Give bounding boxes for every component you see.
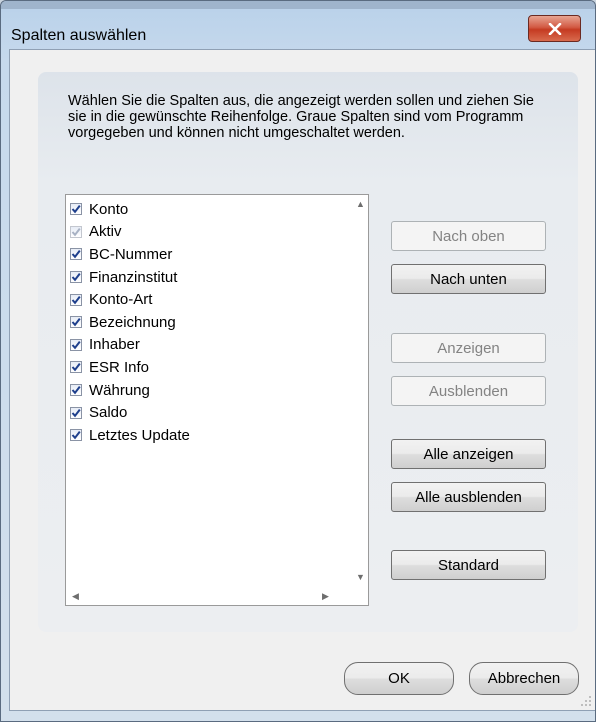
scroll-right-arrow-icon[interactable]: ▶: [322, 591, 329, 602]
column-label: Aktiv: [89, 223, 122, 241]
column-label: Saldo: [89, 404, 128, 422]
standard-button[interactable]: Standard: [391, 550, 546, 580]
background-window-strip: [1, 1, 595, 9]
column-list-item[interactable]: Saldo: [70, 401, 190, 424]
columns-list: Konto Aktiv BC-Nummer Finanzinstitut Konto-A…: [70, 198, 190, 447]
checkmark-icon: [71, 273, 81, 282]
cancel-button[interactable]: Abbrechen: [469, 662, 579, 695]
hide-all-button[interactable]: Alle ausblenden: [391, 482, 546, 512]
resize-grip-icon[interactable]: [580, 695, 592, 707]
column-checkbox[interactable]: [70, 271, 82, 284]
column-checkbox[interactable]: [70, 361, 82, 374]
column-checkbox[interactable]: [70, 406, 82, 419]
column-list-item[interactable]: Inhaber: [70, 334, 190, 357]
column-label: Finanzinstitut: [89, 268, 178, 286]
column-label: Konto-Art: [89, 291, 153, 309]
checkmark-icon: [71, 295, 81, 305]
checkmark-icon: [71, 250, 81, 259]
column-label: Währung: [89, 381, 150, 399]
dialog-client-area: Wählen Sie die Spalten aus, die angezeig…: [9, 49, 595, 711]
column-list-item[interactable]: Währung: [70, 379, 190, 402]
column-label: BC-Nummer: [89, 245, 173, 263]
column-label: Konto: [89, 200, 129, 218]
ok-button[interactable]: OK: [344, 662, 454, 695]
instructions-text: Wählen Sie die Spalten aus, die angezeig…: [68, 93, 534, 141]
checkmark-icon: [71, 363, 81, 372]
column-checkbox[interactable]: [70, 429, 82, 442]
scroll-up-arrow-icon[interactable]: ▲: [356, 199, 365, 209]
column-checkbox[interactable]: [70, 203, 82, 216]
scroll-down-arrow-icon[interactable]: ▼: [356, 572, 365, 582]
column-label: Inhaber: [89, 336, 140, 354]
checkmark-icon: [71, 227, 81, 237]
column-checkbox[interactable]: [70, 293, 82, 306]
column-checkbox[interactable]: [70, 384, 82, 397]
dialog-window: Spalten auswählen Wählen Sie die Spalten…: [0, 0, 596, 722]
column-list-item[interactable]: Letztes Update: [70, 424, 190, 447]
dialog-title: Spalten auswählen: [11, 27, 147, 44]
columns-listbox[interactable]: Konto Aktiv BC-Nummer Finanzinstitut Konto-A…: [65, 194, 369, 606]
checkmark-icon: [71, 340, 81, 350]
checkmark-icon: [71, 318, 81, 327]
checkmark-icon: [71, 431, 81, 440]
close-icon: [548, 22, 561, 35]
column-list-item[interactable]: Finanzinstitut: [70, 266, 190, 289]
move-up-button[interactable]: Nach oben: [391, 221, 546, 251]
checkmark-icon: [71, 408, 81, 418]
hide-button[interactable]: Ausblenden: [391, 376, 546, 406]
horizontal-scrollbar[interactable]: ◀ ▶: [66, 588, 350, 605]
column-list-item[interactable]: ESR Info: [70, 356, 190, 379]
show-all-button[interactable]: Alle anzeigen: [391, 439, 546, 469]
scroll-left-arrow-icon[interactable]: ◀: [72, 591, 79, 602]
checkmark-icon: [71, 205, 81, 214]
vertical-scrollbar[interactable]: ▲ ▼: [351, 195, 368, 587]
column-checkbox[interactable]: [70, 248, 82, 261]
column-list-item[interactable]: Konto: [70, 198, 190, 221]
move-down-button[interactable]: Nach unten: [391, 264, 546, 294]
column-checkbox[interactable]: [70, 338, 82, 351]
column-checkbox: [70, 225, 82, 238]
column-checkbox[interactable]: [70, 316, 82, 329]
column-label: ESR Info: [89, 358, 150, 376]
column-label: Bezeichnung: [89, 313, 176, 331]
column-list-item[interactable]: Aktiv: [70, 221, 190, 244]
close-button[interactable]: [528, 15, 581, 42]
column-list-item[interactable]: Bezeichnung: [70, 311, 190, 334]
checkmark-icon: [71, 386, 81, 395]
show-button[interactable]: Anzeigen: [391, 333, 546, 363]
column-label: Letztes Update: [89, 426, 190, 444]
column-list-item[interactable]: BC-Nummer: [70, 243, 190, 266]
column-list-item[interactable]: Konto-Art: [70, 288, 190, 311]
